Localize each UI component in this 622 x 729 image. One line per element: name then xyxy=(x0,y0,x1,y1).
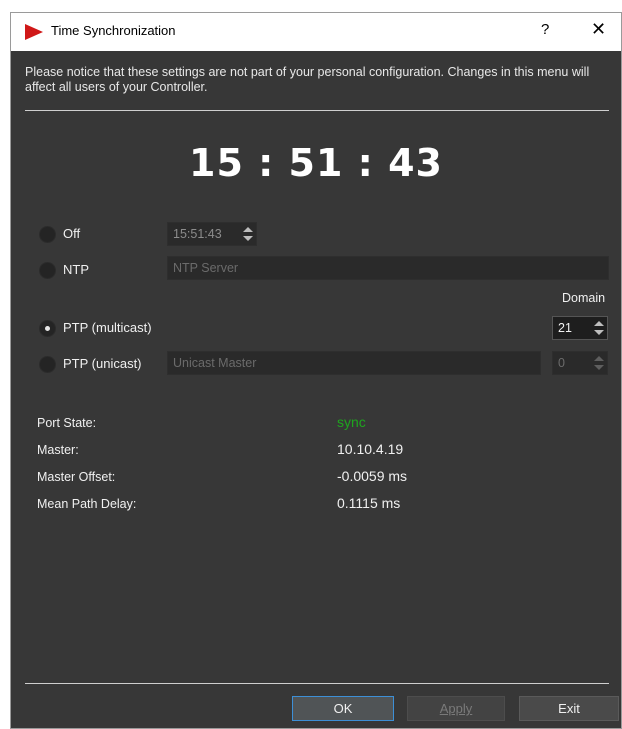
unicast-spinner-icon[interactable] xyxy=(593,354,605,372)
domain-label: Domain xyxy=(562,291,606,305)
radio-off-label: Off xyxy=(63,226,81,241)
close-icon[interactable]: ✕ xyxy=(591,19,606,40)
divider-bottom xyxy=(25,683,609,684)
radio-ptp-unicast[interactable] xyxy=(39,356,56,373)
ntp-server-placeholder: NTP Server xyxy=(173,261,239,275)
radio-ptp-multicast[interactable] xyxy=(39,320,56,337)
clock-display: 15 : 51 : 43 xyxy=(189,141,443,185)
ntp-server-input[interactable]: NTP Server xyxy=(167,256,609,280)
divider-top xyxy=(25,110,609,111)
radio-ntp-label: NTP xyxy=(63,262,89,277)
port-state-value: sync xyxy=(337,414,366,430)
domain-spinner-icon[interactable] xyxy=(593,319,605,337)
multicast-domain-input[interactable]: 21 xyxy=(552,316,608,340)
app-logo-icon xyxy=(25,24,43,40)
unicast-master-placeholder: Unicast Master xyxy=(173,356,257,370)
master-offset-value: -0.0059 ms xyxy=(337,468,408,484)
manual-time-input[interactable]: 15:51:43 xyxy=(167,222,257,246)
exit-button[interactable]: Exit xyxy=(519,696,619,721)
master-offset-label: Master Offset: xyxy=(37,470,116,484)
unicast-domain-value: 0 xyxy=(558,356,565,370)
master-label: Master: xyxy=(37,443,79,457)
radio-ptp-multicast-label: PTP (multicast) xyxy=(63,320,152,335)
time-sync-dialog: Time Synchronization ? ✕ Please notice t… xyxy=(10,12,622,729)
port-state-label: Port State: xyxy=(37,416,97,430)
time-spinner-icon[interactable] xyxy=(242,225,254,243)
radio-ptp-unicast-label: PTP (unicast) xyxy=(63,356,142,371)
unicast-domain-input[interactable]: 0 xyxy=(552,351,608,375)
multicast-domain-value: 21 xyxy=(558,321,572,335)
window-title: Time Synchronization xyxy=(51,23,176,38)
unicast-master-input[interactable]: Unicast Master xyxy=(167,351,541,375)
radio-ntp[interactable] xyxy=(39,262,56,279)
ok-button[interactable]: OK xyxy=(292,696,394,721)
mean-path-delay-value: 0.1115 ms xyxy=(337,495,401,511)
notice-text: Please notice that these settings are no… xyxy=(25,65,590,94)
title-bar: Time Synchronization ? ✕ xyxy=(11,13,621,51)
manual-time-value: 15:51:43 xyxy=(173,227,222,241)
radio-off[interactable] xyxy=(39,226,56,243)
help-button[interactable]: ? xyxy=(541,21,549,38)
apply-button[interactable]: Apply xyxy=(407,696,505,721)
mean-path-delay-label: Mean Path Delay: xyxy=(37,497,137,511)
master-value: 10.10.4.19 xyxy=(337,441,404,457)
